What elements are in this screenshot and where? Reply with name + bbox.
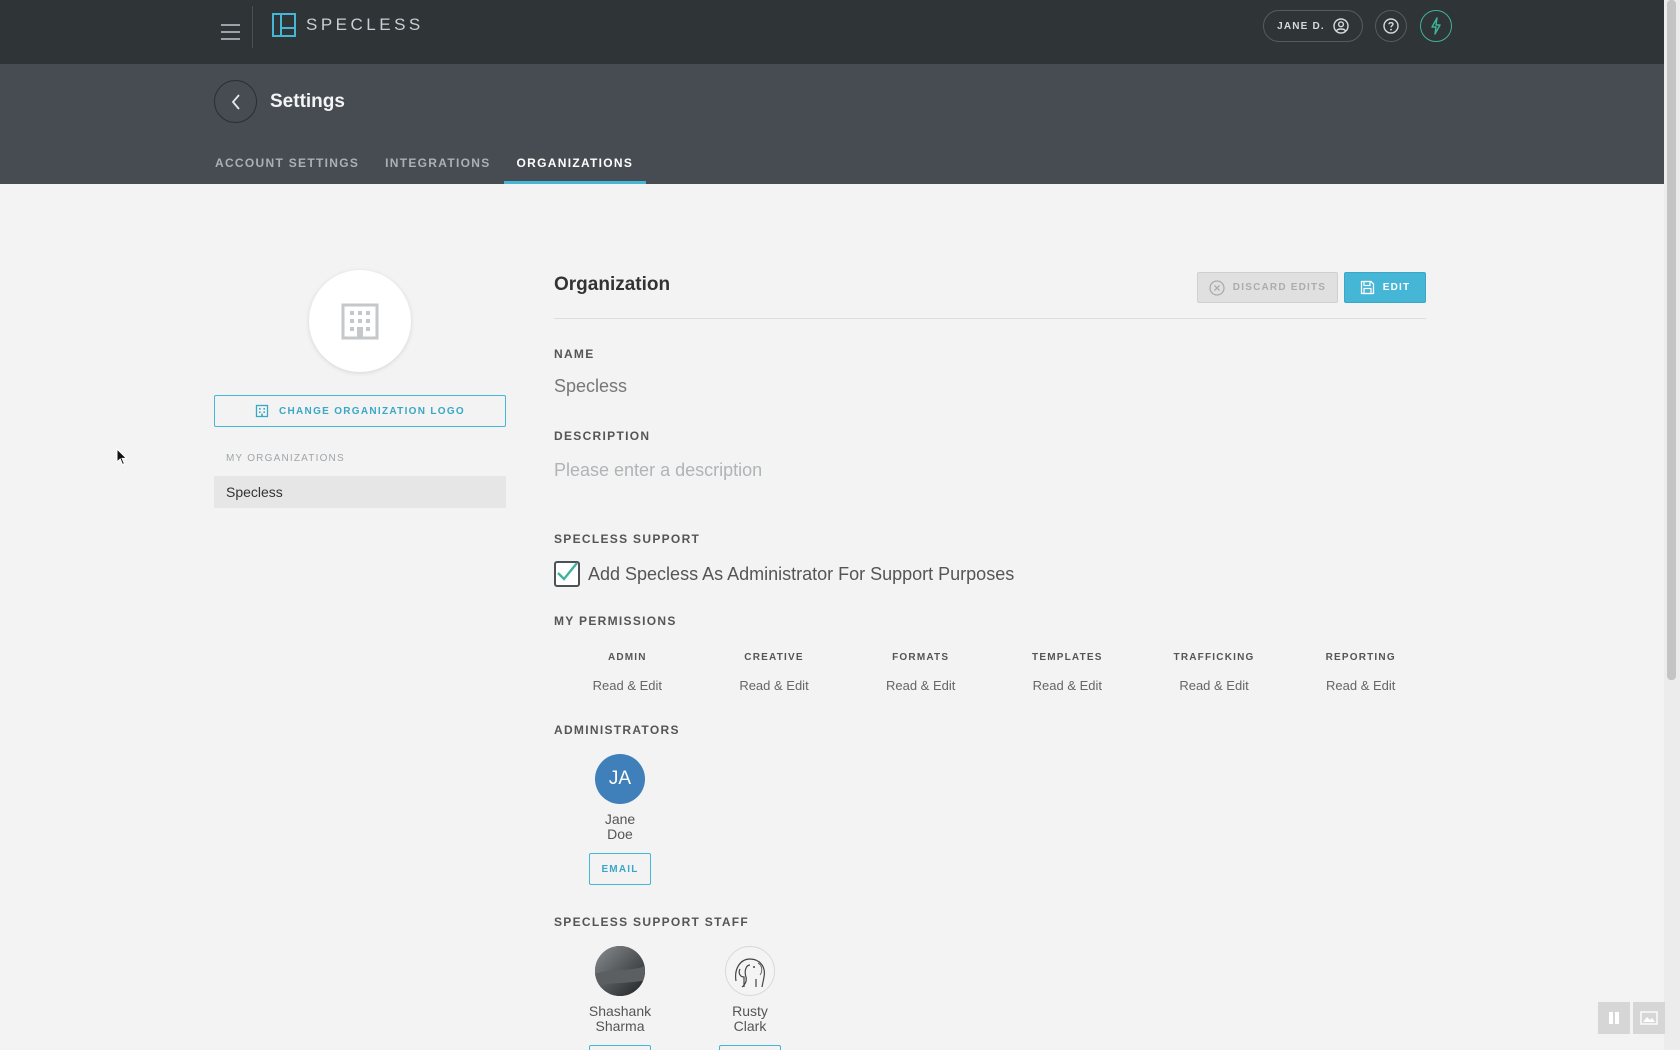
permissions-grid: ADMIN Read & Edit CREATIVE Read & Edit F…: [554, 652, 1434, 693]
corner-controls: [1598, 1002, 1665, 1034]
permission-name: TRAFFICKING: [1173, 652, 1255, 663]
tab-integrations[interactable]: INTEGRATIONS: [385, 156, 490, 184]
activity-button[interactable]: [1420, 10, 1452, 42]
permission-trafficking: TRAFFICKING Read & Edit: [1141, 652, 1288, 693]
description-label: DESCRIPTION: [554, 429, 651, 443]
permission-value: Read & Edit: [739, 678, 809, 693]
avatar: [725, 946, 775, 996]
support-admin-checkbox[interactable]: [554, 561, 580, 587]
support-staff-label: SPECLESS SUPPORT STAFF: [554, 915, 750, 929]
specless-logo-icon: [272, 13, 296, 37]
specless-support-label: SPECLESS SUPPORT: [554, 532, 701, 546]
save-icon: [1360, 280, 1374, 295]
tab-account-settings[interactable]: ACCOUNT SETTINGS: [215, 156, 359, 184]
permission-value: Read & Edit: [1179, 678, 1249, 693]
brand-name: SPECLESS: [306, 15, 424, 34]
user-icon: [1333, 18, 1349, 34]
person-first-name: Rusty: [732, 1003, 768, 1019]
person-first-name: Jane: [604, 811, 636, 827]
change-organization-logo-button[interactable]: CHANGE ORGANIZATION LOGO: [214, 395, 506, 427]
section-divider: [554, 318, 1426, 319]
administrator-card: JA Jane Doe EMAIL: [570, 754, 670, 885]
permission-creative: CREATIVE Read & Edit: [701, 652, 848, 693]
person-first-name: Shashank: [588, 1003, 652, 1019]
permission-name: TEMPLATES: [1032, 652, 1103, 663]
topbar-divider: [252, 6, 253, 48]
help-icon: [1383, 18, 1399, 34]
chevron-left-icon: [231, 93, 240, 110]
building-icon: [255, 404, 269, 418]
support-staff-card: Shashank Sharma: [570, 946, 670, 1050]
picture-in-picture-button[interactable]: [1633, 1002, 1665, 1034]
permission-value: Read & Edit: [1326, 678, 1396, 693]
permission-formats: FORMATS Read & Edit: [847, 652, 994, 693]
organization-title: Organization: [554, 274, 671, 295]
close-circle-icon: [1209, 279, 1225, 296]
person-last-name: Clark: [733, 1018, 767, 1034]
person-last-name: Doe: [607, 826, 633, 842]
checkmark-icon: [557, 562, 578, 581]
support-admin-checkbox-label: Add Specless As Administrator For Suppor…: [588, 563, 1015, 584]
edit-label: EDIT: [1382, 282, 1411, 293]
email-button[interactable]: [589, 1045, 651, 1050]
building-icon: [341, 303, 379, 340]
email-button[interactable]: EMAIL: [589, 853, 651, 885]
support-staff-card: Rusty Clark: [700, 946, 800, 1050]
permission-name: REPORTING: [1325, 652, 1396, 663]
change-logo-label: CHANGE ORGANIZATION LOGO: [278, 405, 465, 417]
image-icon: [1640, 1011, 1658, 1025]
support-admin-checkbox-row[interactable]: Add Specless As Administrator For Suppor…: [554, 561, 1014, 587]
user-label: JANE D.: [1277, 20, 1325, 32]
user-menu-button[interactable]: JANE D.: [1263, 10, 1363, 42]
person-last-name: Sharma: [595, 1018, 645, 1034]
avatar: JA: [595, 754, 645, 804]
permission-value: Read & Edit: [1032, 678, 1103, 693]
settings-header: Settings ACCOUNT SETTINGS INTEGRATIONS O…: [0, 64, 1664, 184]
pause-button[interactable]: [1598, 1002, 1630, 1034]
permission-value: Read & Edit: [592, 678, 663, 693]
administrators-label: ADMINISTRATORS: [554, 723, 680, 737]
mouse-cursor-icon: [116, 448, 128, 466]
tab-organizations[interactable]: ORGANIZATIONS: [503, 156, 647, 184]
organization-logo: [309, 270, 411, 372]
name-label: NAME: [554, 347, 595, 361]
permission-reporting: REPORTING Read & Edit: [1287, 652, 1434, 693]
settings-tabs: ACCOUNT SETTINGS INTEGRATIONS ORGANIZATI…: [215, 156, 672, 184]
permission-name: ADMIN: [607, 652, 647, 663]
pause-icon: [1609, 1012, 1619, 1024]
permission-admin: ADMIN Read & Edit: [554, 652, 701, 693]
my-permissions-label: MY PERMISSIONS: [554, 614, 677, 628]
name-value: Specless: [554, 376, 628, 396]
top-bar: SPECLESS JANE D.: [0, 0, 1664, 64]
hamburger-menu-icon[interactable]: [212, 14, 248, 50]
page-scrollbar[interactable]: [1664, 0, 1680, 1050]
person-photo-icon: [595, 946, 645, 996]
page-title: Settings: [270, 91, 345, 112]
discard-edits-button[interactable]: DISCARD EDITS: [1197, 272, 1338, 303]
permission-templates: TEMPLATES Read & Edit: [994, 652, 1141, 693]
discard-edits-label: DISCARD EDITS: [1232, 282, 1327, 293]
my-organizations-label: MY ORGANIZATIONS: [226, 453, 345, 464]
permission-value: Read & Edit: [885, 678, 956, 693]
organization-list-item[interactable]: Specless: [214, 476, 506, 508]
scrollbar-thumb[interactable]: [1667, 0, 1676, 680]
help-button[interactable]: [1375, 10, 1407, 42]
lightning-bolt-icon: [1431, 17, 1441, 35]
edit-button[interactable]: EDIT: [1344, 272, 1426, 303]
description-field: Please enter a description: [554, 460, 763, 480]
permission-name: FORMATS: [892, 652, 950, 663]
back-button[interactable]: [214, 80, 257, 123]
elephant-sketch-icon: [735, 958, 765, 988]
avatar: [595, 946, 645, 996]
permission-name: CREATIVE: [744, 652, 804, 663]
brand-logo[interactable]: SPECLESS: [272, 13, 424, 37]
email-button[interactable]: [719, 1045, 781, 1050]
